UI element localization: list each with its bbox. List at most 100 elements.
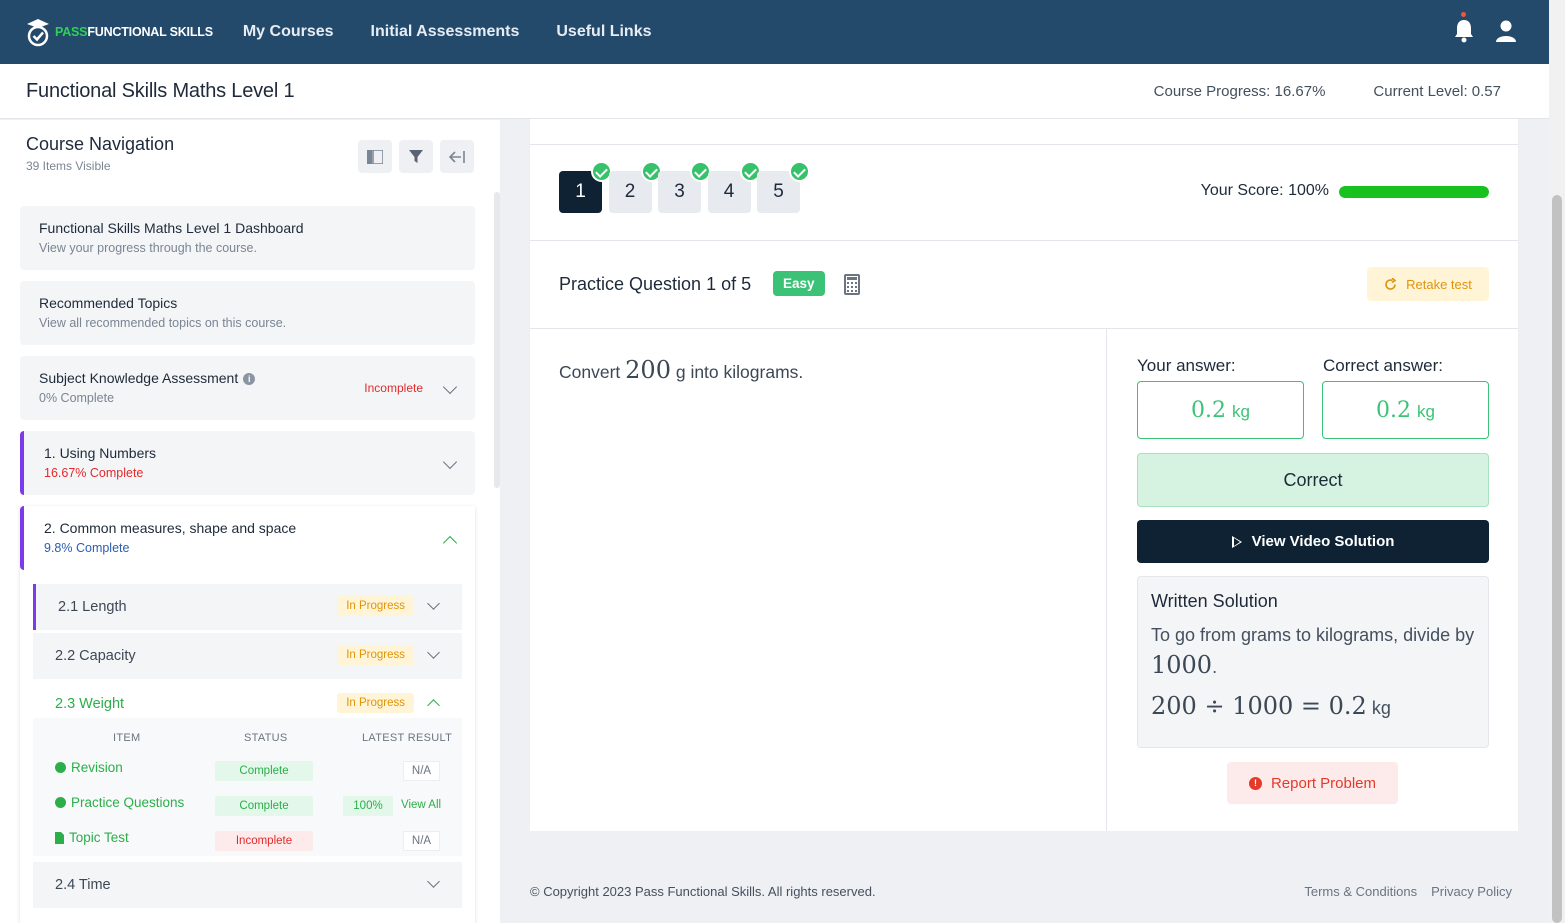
- sidebar-scrollbar[interactable]: [494, 192, 500, 488]
- common-measures-header[interactable]: 2. Common measures, shape and space 9.8%…: [20, 506, 475, 570]
- score-progress-bar: [1339, 186, 1489, 198]
- calculator-icon[interactable]: [844, 274, 860, 295]
- column-header-result: LATEST RESULT: [362, 732, 453, 744]
- solution-text: To go from grams to kilograms, divide by: [1151, 625, 1475, 645]
- tab-number: 4: [723, 181, 735, 202]
- result-value: 100%: [343, 796, 393, 816]
- sidebar-item-time[interactable]: 2.4 Time: [33, 862, 462, 908]
- nav-right: [1453, 12, 1517, 44]
- question-tab-3[interactable]: 3: [658, 161, 711, 213]
- written-solution-text: To go from grams to kilograms, divide by…: [1151, 625, 1475, 679]
- sidebar-item-dashboard[interactable]: Functional Skills Maths Level 1 Dashboar…: [20, 206, 475, 270]
- collapse-arrow-icon: [449, 150, 465, 163]
- logo-text: PASSFUNCTIONAL SKILLS: [55, 25, 213, 39]
- status-badge: In Progress: [337, 693, 414, 713]
- correct-answer-box: 0.2 kg: [1322, 381, 1489, 439]
- sidebar-item-subject-assessment[interactable]: Subject Knowledge Assessment i 0% Complet…: [20, 356, 475, 420]
- question-tab-5[interactable]: 5: [757, 161, 810, 213]
- sidebar-item-using-numbers[interactable]: 1. Using Numbers 16.67% Complete: [20, 431, 475, 495]
- topic-test-label: Topic Test: [69, 830, 129, 845]
- tab-number: 2: [624, 181, 636, 202]
- sidebar-item-capacity[interactable]: 2.2 Capacity In Progress: [33, 633, 462, 679]
- layout-icon: [367, 149, 383, 164]
- nav-useful-links[interactable]: Useful Links: [556, 23, 651, 41]
- item-practice-questions[interactable]: Practice Questions: [55, 795, 184, 810]
- sidebar-header: Course Navigation 39 Items Visible: [26, 134, 174, 173]
- current-level-label: Current Level:: [1373, 83, 1468, 100]
- chevron-down-icon[interactable]: [427, 875, 440, 888]
- equation-unit: kg: [1371, 698, 1391, 718]
- nav-links: My Courses Initial Assessments Useful Li…: [243, 23, 689, 41]
- revision-label: Revision: [71, 760, 123, 775]
- using-numbers-sub: 16.67% Complete: [44, 466, 144, 480]
- notification-dot: [1461, 12, 1466, 17]
- nav-my-courses[interactable]: My Courses: [243, 23, 334, 41]
- view-video-solution-button[interactable]: View Video Solution: [1137, 520, 1489, 563]
- sidebar-tools: [358, 140, 481, 173]
- dashboard-title: Functional Skills Maths Level 1 Dashboar…: [39, 220, 304, 236]
- tab-number: 3: [674, 181, 685, 202]
- view-all-link[interactable]: View All: [401, 799, 441, 811]
- result-correct: Correct: [1137, 453, 1489, 507]
- sidebar-item-length[interactable]: 2.1 Length In Progress: [33, 584, 462, 630]
- common-measures-sub: 9.8% Complete: [44, 541, 130, 555]
- question-tab-2[interactable]: 2: [608, 161, 662, 213]
- your-answer-value: 0.2: [1191, 397, 1227, 423]
- recommended-sub: View all recommended topics on this cour…: [39, 316, 287, 330]
- status-badge: Complete: [215, 761, 313, 781]
- result-value: N/A: [403, 761, 440, 781]
- logo-pass: PASS: [55, 25, 88, 39]
- filter-button[interactable]: [399, 140, 433, 173]
- alert-icon: !: [1248, 776, 1262, 790]
- divider: [530, 240, 1518, 241]
- privacy-link[interactable]: Privacy Policy: [1431, 884, 1512, 899]
- filter-icon: [409, 149, 423, 163]
- score-label: Your Score: 100%: [1200, 182, 1329, 199]
- question-number: 200: [625, 356, 671, 384]
- retake-test-button[interactable]: Retake test: [1367, 267, 1489, 301]
- toggle-layout-button[interactable]: [358, 140, 392, 173]
- copyright: © Copyright 2023 Pass Functional Skills.…: [530, 884, 876, 899]
- logo-rest: FUNCTIONAL SKILLS: [87, 25, 213, 39]
- sidebar-item-recommended[interactable]: Recommended Topics View all recommended …: [20, 281, 475, 345]
- unit: kg: [1417, 402, 1435, 421]
- chevron-down-icon[interactable]: [427, 597, 440, 610]
- logo[interactable]: PASSFUNCTIONAL SKILLS: [25, 0, 213, 64]
- footer-links: Terms & Conditions Privacy Policy: [1290, 884, 1512, 899]
- nav-initial-assessments[interactable]: Initial Assessments: [371, 23, 520, 41]
- sidebar-section-common-measures: 2. Common measures, shape and space 9.8%…: [20, 506, 475, 923]
- assessment-title: Subject Knowledge Assessment: [39, 370, 239, 386]
- collapse-sidebar-button[interactable]: [440, 140, 474, 173]
- logo-check-icon: [27, 19, 49, 47]
- question-panel: 1 2 3 4 5 Your Score: 100% Practice Ques…: [530, 119, 1518, 831]
- chevron-up-icon[interactable]: [427, 699, 440, 712]
- question-tab-1[interactable]: 1: [559, 161, 612, 213]
- notification-bell-icon[interactable]: [1453, 12, 1475, 44]
- score-progress-fill: [1339, 186, 1489, 198]
- item-revision[interactable]: Revision: [55, 760, 123, 775]
- info-icon[interactable]: i: [243, 373, 256, 385]
- current-level-value: 0.57: [1471, 83, 1501, 100]
- page-scrollbar-thumb[interactable]: [1552, 195, 1562, 923]
- question-pre: Convert: [559, 362, 621, 382]
- question-text: Convert 200 g into kilograms.: [559, 356, 803, 384]
- chevron-down-icon[interactable]: [427, 646, 440, 659]
- course-progress: Course Progress: 16.67%: [1154, 83, 1326, 100]
- unit: kg: [1232, 402, 1250, 421]
- user-account-icon[interactable]: [1495, 19, 1517, 43]
- tab-number: 1: [575, 181, 586, 202]
- solution-number: 1000: [1151, 651, 1213, 679]
- common-measures-title: 2. Common measures, shape and space: [44, 520, 297, 536]
- column-header-status: STATUS: [244, 732, 288, 744]
- item-topic-test[interactable]: Topic Test: [55, 830, 129, 845]
- progress-info: Course Progress: 16.67% Current Level: 0…: [1106, 83, 1501, 100]
- sidebar-subtitle: 39 Items Visible: [26, 159, 111, 173]
- question-tab-4[interactable]: 4: [707, 161, 761, 213]
- status-badge: In Progress: [337, 645, 414, 665]
- report-problem-button[interactable]: ! Report Problem: [1227, 762, 1398, 804]
- your-answer-box: 0.2 kg: [1137, 381, 1304, 439]
- practice-questions-label: Practice Questions: [71, 795, 185, 810]
- document-icon: [55, 831, 64, 844]
- terms-link[interactable]: Terms & Conditions: [1304, 884, 1417, 899]
- course-progress-value: 16.67%: [1274, 83, 1326, 100]
